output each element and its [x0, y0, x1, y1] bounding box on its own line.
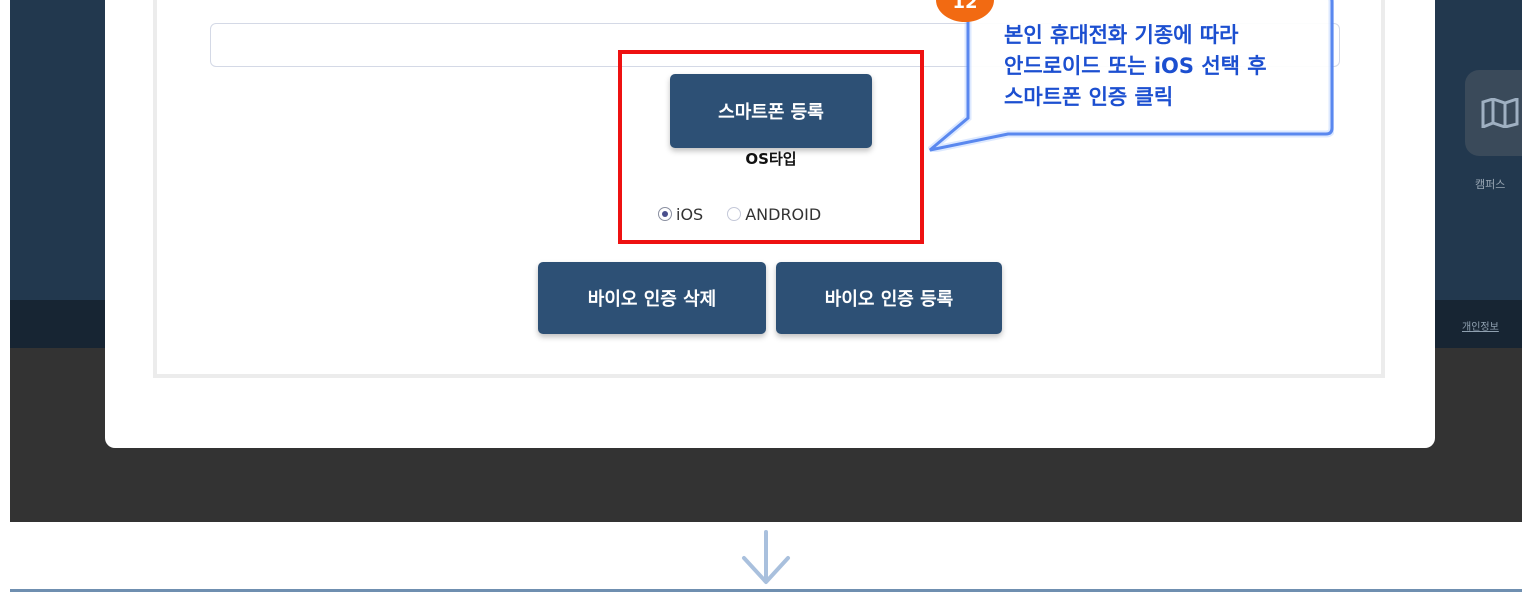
callout-line: 스마트폰 인증 클릭 — [1004, 85, 1174, 109]
map-icon — [1481, 98, 1519, 128]
footer-link[interactable]: 개인정보 — [1462, 318, 1499, 333]
side-app-label: 캠퍼스 — [1475, 178, 1506, 191]
side-app-tile[interactable] — [1465, 70, 1522, 156]
bio-auth-register-button[interactable]: 바이오 인증 등록 — [776, 262, 1002, 334]
callout-text: 본인 휴대전화 기종에 따라 안드로이드 또는 iOS 선택 후 스마트폰 인증… — [1004, 20, 1324, 113]
highlight-box — [618, 50, 924, 244]
callout-line: 안드로이드 또는 iOS 선택 후 — [1004, 54, 1267, 78]
callout-line: 본인 휴대전화 기종에 따라 — [1004, 23, 1239, 47]
bio-auth-delete-button[interactable]: 바이오 인증 삭제 — [538, 262, 766, 334]
arrow-down-icon — [742, 530, 790, 584]
